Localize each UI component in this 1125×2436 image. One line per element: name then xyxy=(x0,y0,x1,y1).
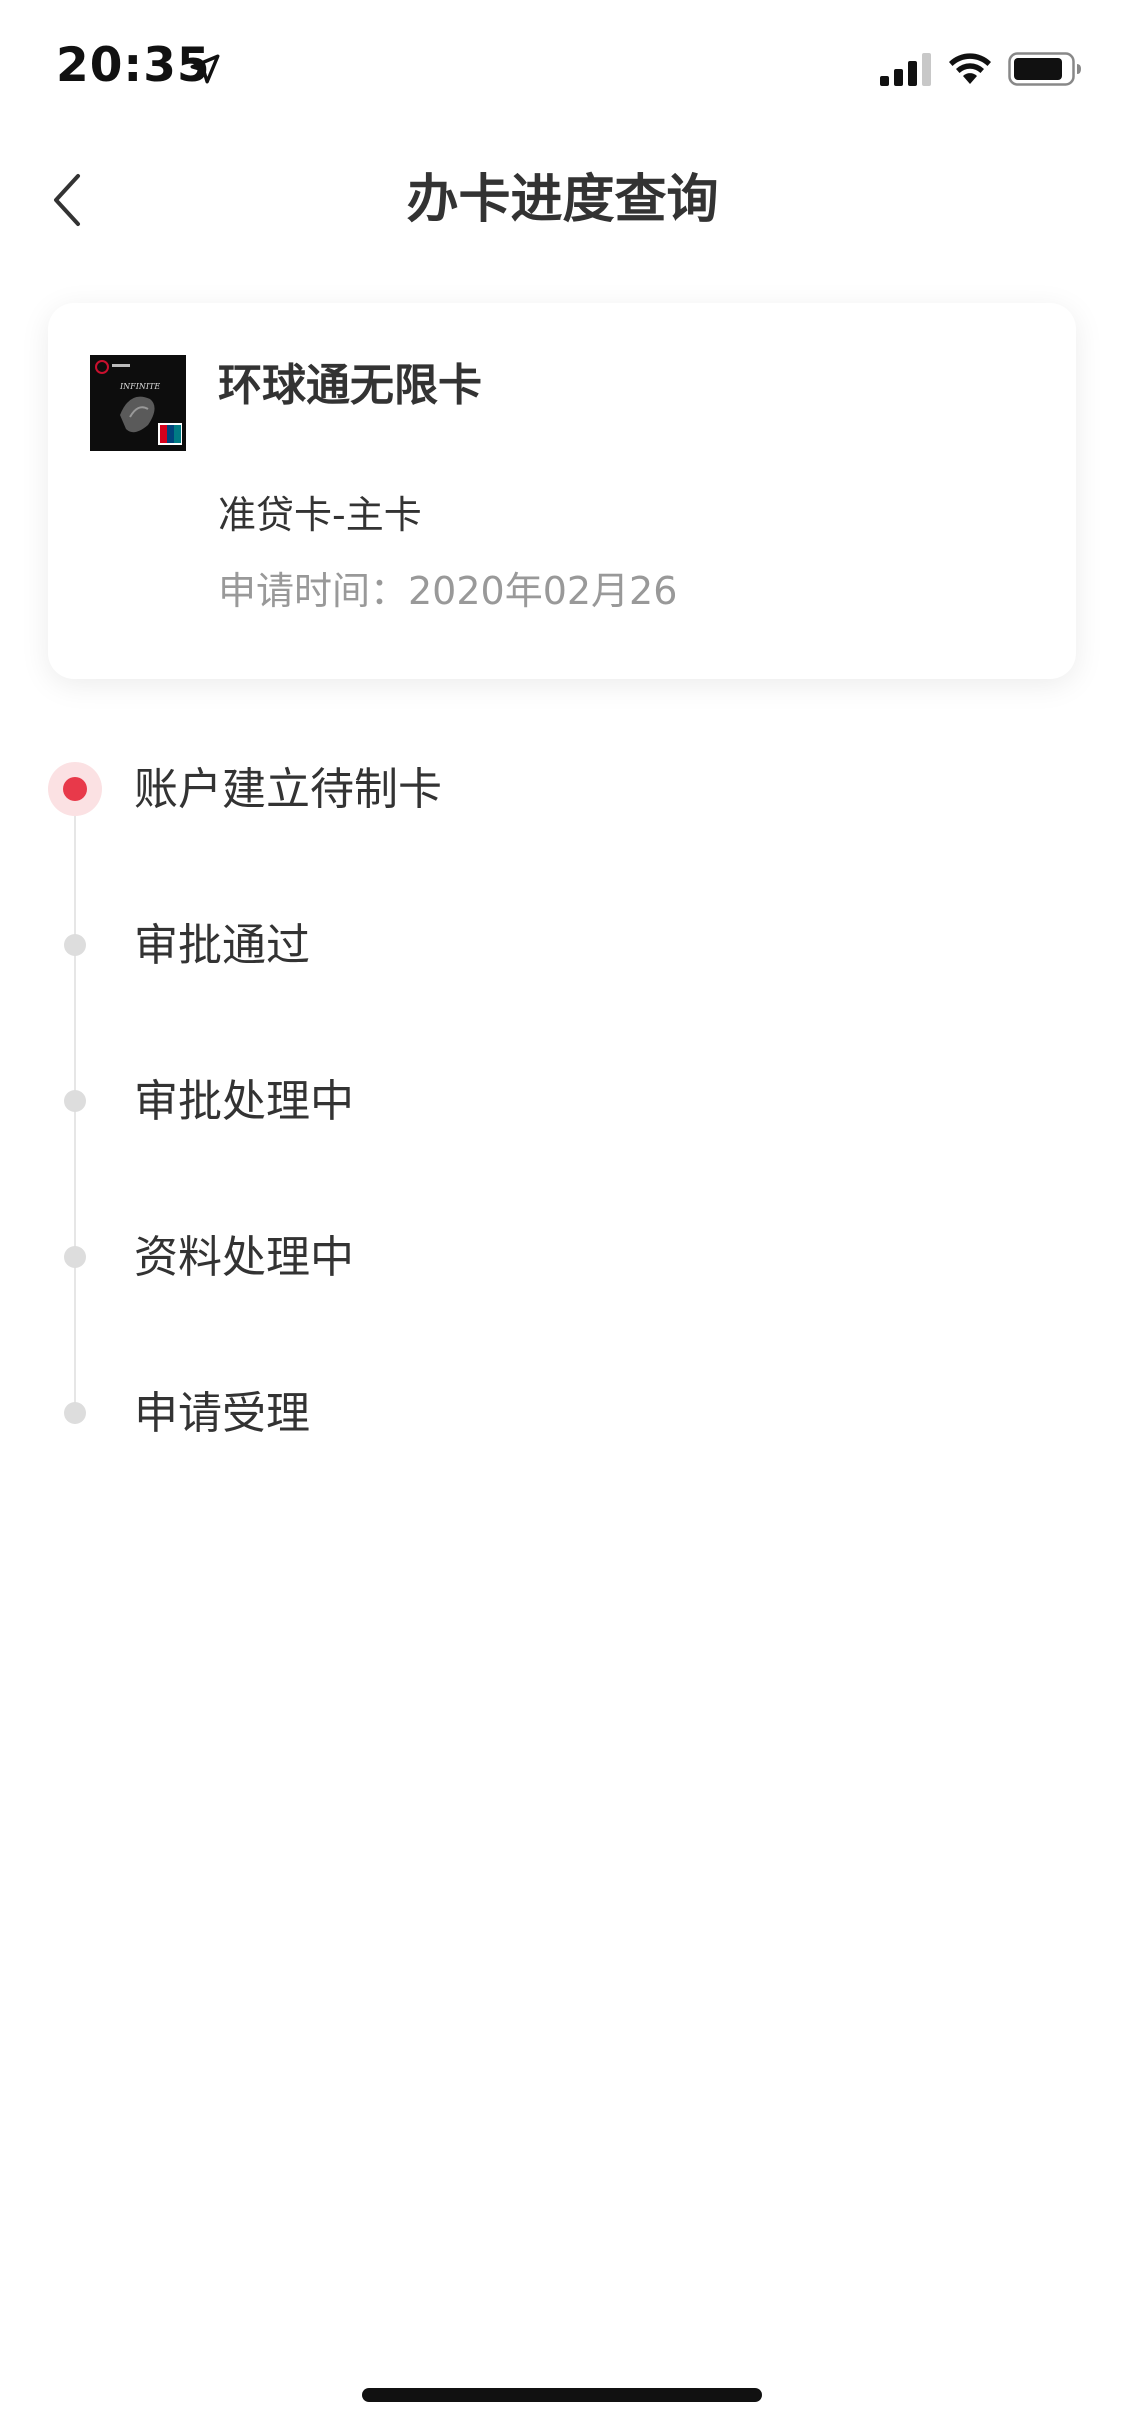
step-dot xyxy=(64,1246,86,1268)
battery-icon xyxy=(1008,52,1081,86)
timeline-step: 申请受理 xyxy=(0,1364,1125,1464)
card-image: INFINITE xyxy=(90,355,186,451)
card-info[interactable]: INFINITE 环球通无限卡 准贷卡-主卡 申请时间：2020年02月26 xyxy=(48,303,1076,679)
card-image-text: INFINITE xyxy=(119,382,160,391)
page-title: 办卡进度查询 xyxy=(406,170,719,230)
home-indicator[interactable] xyxy=(362,2388,762,2402)
progress-timeline: 账户建立待制卡 审批通过 审批处理中 资料处理中 申请受理 xyxy=(0,740,1125,1500)
step-dot xyxy=(64,1090,86,1112)
apply-time: 申请时间：2020年02月26 xyxy=(218,569,678,613)
step-dot-active xyxy=(48,762,102,816)
step-dot xyxy=(64,1402,86,1424)
step-label: 资料处理中 xyxy=(134,1232,354,1283)
timeline-step: 审批处理中 xyxy=(0,1052,1125,1152)
cellular-signal-icon xyxy=(880,53,931,86)
step-label: 审批处理中 xyxy=(134,1076,354,1127)
location-arrow-icon xyxy=(190,54,220,84)
step-label: 账户建立待制卡 xyxy=(134,764,442,815)
back-button[interactable] xyxy=(34,160,114,240)
timeline-step: 账户建立待制卡 xyxy=(0,740,1125,840)
credit-card-thumbnail-icon: INFINITE xyxy=(90,355,186,451)
timeline-step: 资料处理中 xyxy=(0,1208,1125,1308)
step-dot xyxy=(64,934,86,956)
step-label: 申请受理 xyxy=(134,1388,310,1439)
timeline-step: 审批通过 xyxy=(0,896,1125,996)
card-type: 准贷卡-主卡 xyxy=(218,493,422,537)
wifi-icon xyxy=(949,53,991,84)
chevron-left-icon xyxy=(54,174,80,226)
step-label: 审批通过 xyxy=(134,920,310,971)
nav-bar: 办卡进度查询 xyxy=(0,132,1125,268)
status-bar: 20:35 xyxy=(0,0,1125,132)
card-name: 环球通无限卡 xyxy=(218,360,482,411)
screen: 20:35 办卡进度查询 INFINITE 环球通无限卡 准贷卡-主卡 申请时间… xyxy=(0,0,1125,2436)
